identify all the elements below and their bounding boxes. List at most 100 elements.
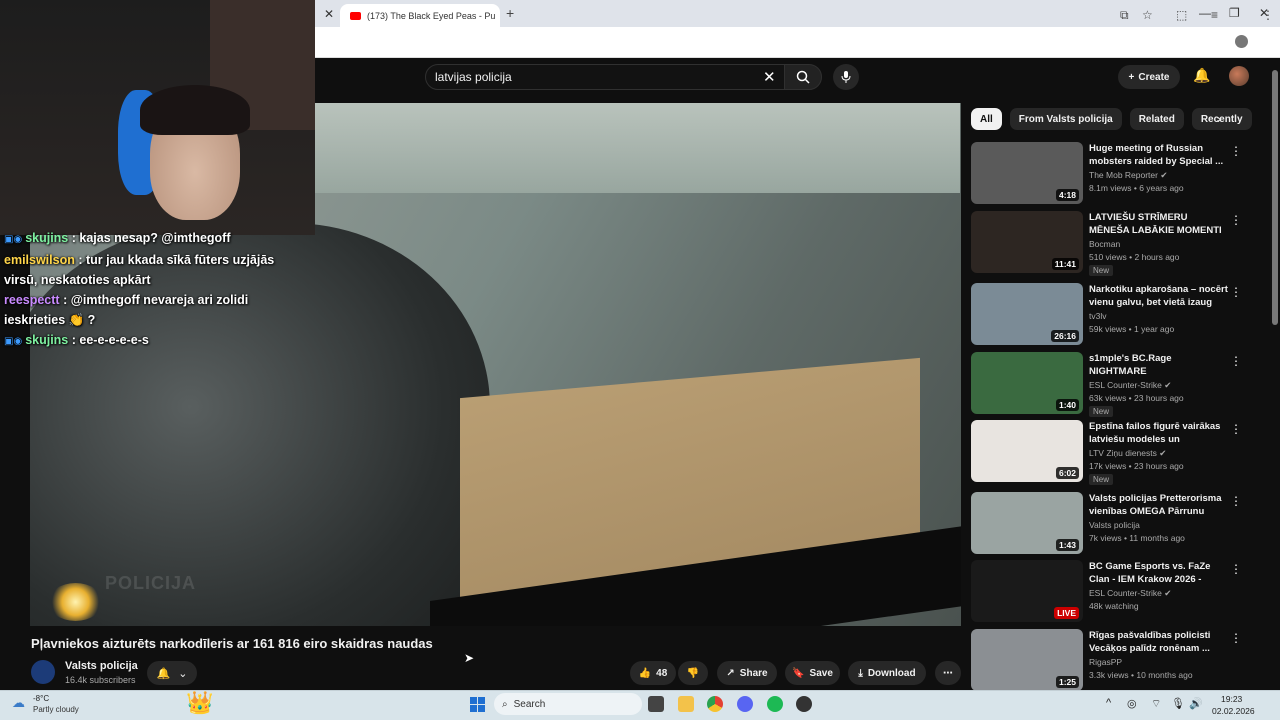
search-clear-icon[interactable]: ✕: [763, 68, 776, 86]
scrollbar[interactable]: [1272, 70, 1278, 325]
recommendation-channel[interactable]: The Mob Reporter ✔: [1089, 170, 1167, 181]
file-explorer-icon[interactable]: [678, 696, 694, 712]
video-thumbnail[interactable]: 1:43: [971, 492, 1083, 554]
app-icon[interactable]: [796, 696, 812, 712]
recommendation-meta: 3.3k views • 10 months ago: [1089, 670, 1193, 680]
video-thumbnail[interactable]: 4:18: [971, 142, 1083, 204]
dislike-button[interactable]: 👎: [678, 661, 708, 685]
share-button[interactable]: ↗ Share: [717, 661, 777, 685]
recommendation-item[interactable]: 11:41 LATVIEŠU STRĪMERU MĒNEŠA LABĀKIE MO…: [971, 211, 1261, 276]
recommendation-title[interactable]: Narkotiku apkarošana – nocērt vienu galv…: [1089, 283, 1229, 310]
more-vertical-icon[interactable]: ⋮: [1230, 144, 1242, 158]
recommendation-title[interactable]: Huge meeting of Russian mobsters raided …: [1089, 142, 1229, 168]
recommendation-item[interactable]: 1:43 Valsts policijas Pretterorisma vienī…: [971, 492, 1261, 556]
new-tab-button[interactable]: +: [506, 5, 514, 21]
tray-steam-icon[interactable]: ◎: [1127, 697, 1137, 710]
recommendation-channel[interactable]: tv3lv: [1089, 311, 1106, 321]
recommendation-title[interactable]: BC Game Esports vs. FaZe Clan - IEM Krak…: [1089, 560, 1229, 587]
recommendation-channel[interactable]: ESL Counter-Strike ✔: [1089, 380, 1171, 391]
wifi-icon[interactable]: ⌔: [1151, 697, 1161, 711]
tab-close-icon[interactable]: ✕: [324, 7, 334, 21]
chrome-icon[interactable]: [707, 696, 723, 712]
voice-search-button[interactable]: [833, 64, 859, 90]
search-input[interactable]: latvijas policija: [425, 64, 785, 90]
restore-button[interactable]: ❐: [1229, 6, 1240, 20]
more-vertical-icon[interactable]: ⋮: [1230, 285, 1242, 299]
microphone-icon: [841, 71, 851, 83]
recommendation-item[interactable]: 26:16 Narkotiku apkarošana – nocērt vienu…: [971, 283, 1261, 347]
tray-chevron-up-icon[interactable]: ^: [1106, 697, 1111, 709]
create-button[interactable]: + Create: [1118, 65, 1180, 89]
extensions-icon[interactable]: ⬚: [1176, 8, 1187, 22]
thumbs-down-icon: 👎: [686, 667, 700, 679]
reading-list-icon[interactable]: ≡: [1211, 8, 1218, 22]
video-duration: LIVE: [1054, 607, 1079, 619]
more-vertical-icon[interactable]: ⋮: [1230, 494, 1242, 508]
more-vertical-icon[interactable]: ⋮: [1230, 354, 1242, 368]
mic-tray-icon[interactable]: 🎙: [1171, 697, 1185, 710]
discord-icon[interactable]: [737, 696, 753, 712]
user-avatar[interactable]: [1229, 66, 1249, 86]
clock-date[interactable]: 02.02.2026: [1212, 706, 1255, 716]
recommendation-channel[interactable]: RigasPP: [1089, 657, 1122, 667]
weather-cloud-icon: ☁: [12, 695, 25, 710]
taskbar-search[interactable]: ⌕ Search: [494, 693, 642, 715]
recommendation-item[interactable]: 1:25 Rīgas pašvaldības policisti Vecāķos …: [971, 629, 1261, 693]
minimize-button[interactable]: —: [1199, 6, 1211, 20]
chevron-right-icon[interactable]: ›: [1217, 112, 1221, 126]
recommendation-channel[interactable]: LTV Ziņu dienests ✔: [1089, 448, 1166, 459]
video-thumbnail[interactable]: 6:02: [971, 420, 1083, 482]
browser-menu-icon[interactable]: ⋮: [1262, 8, 1274, 22]
thumbs-up-icon: 👍: [638, 667, 652, 679]
subscription-bell-button[interactable]: 🔔 ⌄: [147, 661, 197, 685]
search-button[interactable]: [784, 64, 822, 90]
create-label: Create: [1138, 71, 1170, 83]
channel-avatar[interactable]: [31, 660, 55, 684]
more-vertical-icon[interactable]: ⋮: [1230, 422, 1242, 436]
channel-name[interactable]: Valsts policija: [65, 660, 138, 672]
chip-recently[interactable]: Recently: [1191, 108, 1252, 130]
recommendation-item[interactable]: LIVE BC Game Esports vs. FaZe Clan - IEM …: [971, 560, 1261, 624]
video-thumbnail[interactable]: LIVE: [971, 560, 1083, 622]
like-button[interactable]: 👍 48: [630, 661, 676, 685]
recommendation-item[interactable]: 1:40 s1mple's BC.Rage NIGHTMARE ESL Counte…: [971, 352, 1261, 417]
volume-icon[interactable]: 🔊: [1189, 697, 1203, 710]
task-view-icon[interactable]: [648, 696, 664, 712]
start-button[interactable]: [470, 697, 485, 712]
save-button[interactable]: 🔖 Save: [785, 661, 840, 685]
video-thumbnail[interactable]: 11:41: [971, 211, 1083, 273]
recommendation-channel[interactable]: ESL Counter-Strike ✔: [1089, 588, 1171, 599]
chip-related[interactable]: Related: [1129, 108, 1184, 130]
more-vertical-icon[interactable]: ⋮: [1230, 562, 1242, 576]
recommendation-title[interactable]: s1mple's BC.Rage NIGHTMARE: [1089, 352, 1229, 378]
recommendation-channel[interactable]: Bocman: [1089, 239, 1120, 249]
address-bar[interactable]: [315, 27, 1280, 58]
clock-time[interactable]: 19:23: [1221, 694, 1242, 704]
recommendation-title[interactable]: LATVIEŠU STRĪMERU MĒNEŠA LABĀKIE MOMENTI…: [1089, 211, 1229, 238]
recommendation-title[interactable]: Rīgas pašvaldības policisti Vecāķos palī…: [1089, 629, 1229, 655]
more-vertical-icon[interactable]: ⋮: [1230, 213, 1242, 227]
recommendation-item[interactable]: 4:18 Huge meeting of Russian mobsters rai…: [971, 142, 1261, 206]
video-thumbnail[interactable]: 1:25: [971, 629, 1083, 691]
download-button[interactable]: ⤓ Download: [848, 661, 926, 685]
chip-all[interactable]: All: [971, 108, 1002, 130]
notifications-bell-icon[interactable]: 🔔: [1193, 67, 1210, 84]
recommendation-channel[interactable]: Valsts policija: [1089, 520, 1140, 530]
more-horizontal-icon: ⋯: [943, 667, 953, 679]
chip-from-channel[interactable]: From Valsts policija: [1009, 108, 1122, 130]
recommendation-title[interactable]: Valsts policijas Pretterorisma vienības …: [1089, 492, 1229, 519]
browser-profile-avatar[interactable]: [1235, 35, 1248, 48]
recommendation-title[interactable]: Epstīna failos figurē vairākas latviešu …: [1089, 420, 1229, 447]
spotify-icon[interactable]: [767, 696, 783, 712]
more-vertical-icon[interactable]: ⋮: [1230, 631, 1242, 645]
bookmark-star-icon[interactable]: ☆: [1142, 8, 1153, 22]
video-thumbnail[interactable]: 26:16: [971, 283, 1083, 345]
weather-description[interactable]: Partly cloudy: [33, 705, 79, 714]
weather-temperature[interactable]: -8°C: [33, 694, 49, 703]
video-thumbnail[interactable]: 1:40: [971, 352, 1083, 414]
recommendation-item[interactable]: 6:02 Epstīna failos figurē vairākas latvi…: [971, 420, 1261, 485]
cast-icon[interactable]: ⧉: [1120, 8, 1129, 23]
more-actions-button[interactable]: ⋯: [935, 661, 961, 685]
browser-tab-active[interactable]: (173) The Black Eyed Peas - Pu: [340, 4, 500, 27]
youtube-favicon-icon: [350, 11, 361, 20]
